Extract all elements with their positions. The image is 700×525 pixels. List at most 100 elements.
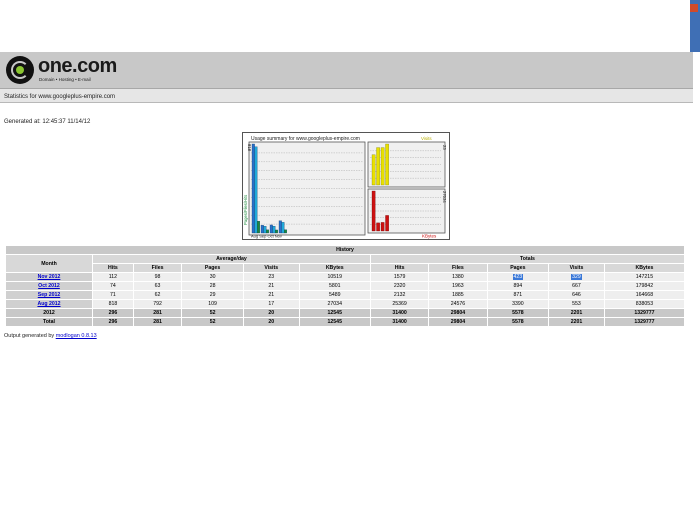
col-header: Hits — [369, 263, 430, 273]
col-header: Files — [428, 263, 488, 273]
cell: 21 — [242, 290, 300, 300]
bar-hits-nov — [278, 220, 282, 234]
col-header: Visits — [548, 263, 605, 273]
bar-files-aug — [254, 146, 258, 234]
cell: 112 — [92, 272, 134, 282]
bar-kbytes-nov — [385, 215, 389, 232]
col-header: Visits — [242, 263, 300, 273]
total-label: Total — [5, 317, 93, 327]
cell: 2320 — [369, 281, 430, 291]
totals-header: Totals — [369, 254, 686, 264]
generated-at: Generated at: 12:45:37 11/14/12 — [4, 119, 91, 125]
cell: 10519 — [298, 272, 371, 282]
cell: 296 — [92, 317, 134, 327]
bar-visits-nov — [385, 143, 389, 186]
cell: 1579 — [369, 272, 430, 282]
usage-chart-svg: Usage summary for www.googleplus-empire.… — [243, 136, 447, 239]
bar-hits-aug — [251, 143, 255, 234]
bar-visits-sep — [376, 147, 380, 186]
cell: 838053 — [603, 299, 686, 309]
bar-visits-oct — [380, 147, 385, 186]
bar-files-oct — [272, 225, 276, 234]
month-link-oct-2012[interactable]: Oct 2012 — [38, 283, 60, 289]
col-header: Pages — [486, 263, 550, 273]
kbytes-ymax-label: 27034 — [442, 191, 447, 203]
selected-text: 423 — [512, 274, 524, 280]
col-header: KBytes — [603, 263, 686, 273]
cell: 2132 — [369, 290, 430, 300]
cell: 62 — [132, 290, 183, 300]
visits-label: Visits — [421, 136, 432, 141]
month-link-nov-2012[interactable]: Nov 2012 — [38, 274, 61, 280]
bar-kbytes-oct — [380, 222, 385, 232]
cell: 27034 — [298, 299, 371, 309]
visits-ymax-label: 23 — [442, 145, 447, 150]
cell: 147215 — [603, 272, 686, 282]
browser-top-area — [0, 0, 700, 52]
table-row: Aug 2012 818 792 109 17 27034 25369 2457… — [5, 299, 686, 309]
cell: 1963 — [428, 281, 488, 291]
cell: 1380 — [428, 272, 488, 282]
history-title: History — [5, 245, 685, 255]
logo-dot-icon — [16, 66, 24, 74]
month-header: Month — [5, 254, 93, 273]
left-ylabel: Pages/Files/Hits — [243, 195, 248, 225]
grand-total-row: Total 296 281 52 20 12545 31400 29804 55… — [5, 317, 686, 327]
cell: 52 — [181, 308, 244, 318]
avg-day-header: Average/day — [92, 254, 371, 264]
cell: 74 — [92, 281, 134, 291]
bar-hits-oct — [269, 224, 273, 234]
close-icon[interactable] — [690, 4, 698, 12]
col-header: Files — [132, 263, 183, 273]
cell: 5801 — [298, 281, 371, 291]
cell: 20 — [242, 317, 300, 327]
footer: Output generated by modlogan 0.8.13 — [4, 333, 97, 339]
cell: 164668 — [603, 290, 686, 300]
month-link-aug-2012[interactable]: Aug 2012 — [37, 301, 60, 307]
month-cell: Oct 2012 — [5, 281, 93, 291]
cell: 646 — [548, 290, 605, 300]
cell: 871 — [486, 290, 550, 300]
chart-title: Usage summary for www.googleplus-empire.… — [251, 136, 360, 142]
brand-name: one.com — [38, 55, 117, 77]
cell: 1329777 — [603, 308, 686, 318]
bar-pages-aug — [257, 220, 260, 234]
cell-selected: 329 — [548, 272, 605, 282]
cell: 792 — [132, 299, 183, 309]
history-table: History Month Average/day Totals Hits Fi… — [5, 245, 686, 327]
month-cell: Aug 2012 — [5, 299, 93, 309]
cell: 5578 — [486, 308, 550, 318]
modlogan-link[interactable]: modlogan 0.8.13 — [56, 333, 97, 339]
cell: 12545 — [298, 308, 371, 318]
cell: 25369 — [369, 299, 430, 309]
month-link-sep-2012[interactable]: Sep 2012 — [38, 292, 61, 298]
bar-kbytes-sep — [376, 222, 380, 232]
cell: 29804 — [428, 317, 488, 327]
left-xticks: Aug Sep Oct Nov — [251, 234, 282, 239]
cell: 52 — [181, 317, 244, 327]
year-label: 2012 — [5, 308, 93, 318]
cell: 281 — [132, 317, 183, 327]
cell: 3390 — [486, 299, 550, 309]
cell: 23 — [242, 272, 300, 282]
bar-files-nov — [281, 222, 285, 234]
cell: 2201 — [548, 308, 605, 318]
site-banner: one.com Domain • Hosting • E-mail — [0, 52, 700, 89]
cell: 71 — [92, 290, 134, 300]
cell: 1885 — [428, 290, 488, 300]
stats-for-label: Statistics for www.googleplus-empire.com — [4, 94, 116, 100]
cell: 21 — [242, 281, 300, 291]
cell: 894 — [486, 281, 550, 291]
cell: 29 — [181, 290, 244, 300]
bar-hits-sep — [260, 225, 264, 234]
cell: 63 — [132, 281, 183, 291]
onecom-logo-icon — [6, 56, 34, 84]
cell: 1329777 — [603, 317, 686, 327]
bar-kbytes-aug — [371, 190, 376, 232]
left-ymax-label: 818 — [247, 144, 252, 152]
year-total-row: 2012 296 281 52 20 12545 31400 29804 557… — [5, 308, 686, 318]
cell: 24576 — [428, 299, 488, 309]
bar-pages-nov — [284, 229, 287, 234]
cell: 296 — [92, 308, 134, 318]
col-header: Hits — [92, 263, 134, 273]
